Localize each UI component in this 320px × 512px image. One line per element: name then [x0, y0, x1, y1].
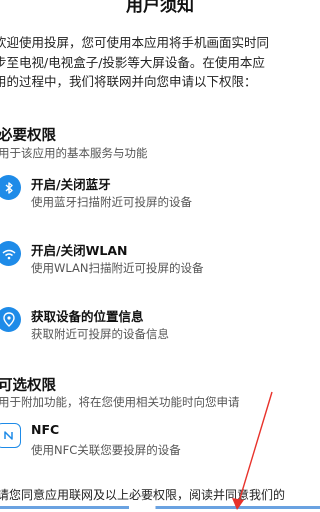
annotation-arrow-icon [232, 391, 273, 510]
